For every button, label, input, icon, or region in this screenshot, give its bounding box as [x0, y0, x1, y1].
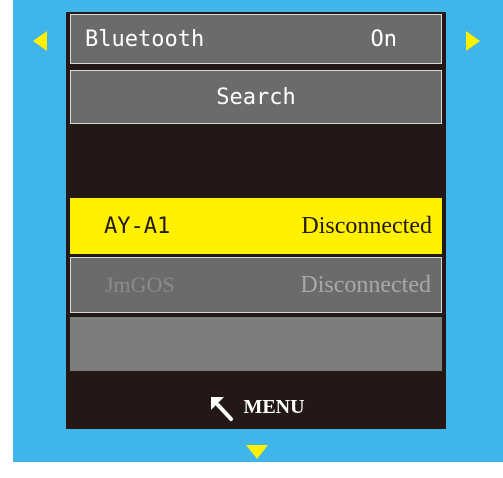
device-status: Disconnected	[301, 212, 432, 239]
empty-device-row	[70, 317, 442, 371]
menu-hint[interactable]: MENU	[66, 392, 446, 422]
bluetooth-label: Bluetooth	[85, 26, 205, 52]
bluetooth-status: On	[370, 26, 398, 52]
search-label: Search	[216, 84, 296, 110]
back-arrow-icon	[211, 397, 234, 421]
device-name: AY-A1	[104, 213, 171, 239]
arrow-right-icon[interactable]	[466, 31, 480, 51]
menu-label: MENU	[243, 395, 305, 418]
device-row[interactable]: JmGOS Disconnected	[70, 257, 442, 313]
bluetooth-screen: Bluetooth On Search AY-A1 Disconnected J…	[66, 12, 446, 429]
device-status: Disconnected	[300, 271, 431, 298]
device-row[interactable]: AY-A1 Disconnected	[70, 198, 442, 254]
device-name: JmGOS	[105, 272, 175, 297]
search-button[interactable]: Search	[70, 70, 442, 124]
arrow-left-icon[interactable]	[33, 31, 47, 51]
arrow-down-icon[interactable]	[246, 445, 268, 459]
bluetooth-toggle-row[interactable]: Bluetooth On	[70, 14, 442, 64]
